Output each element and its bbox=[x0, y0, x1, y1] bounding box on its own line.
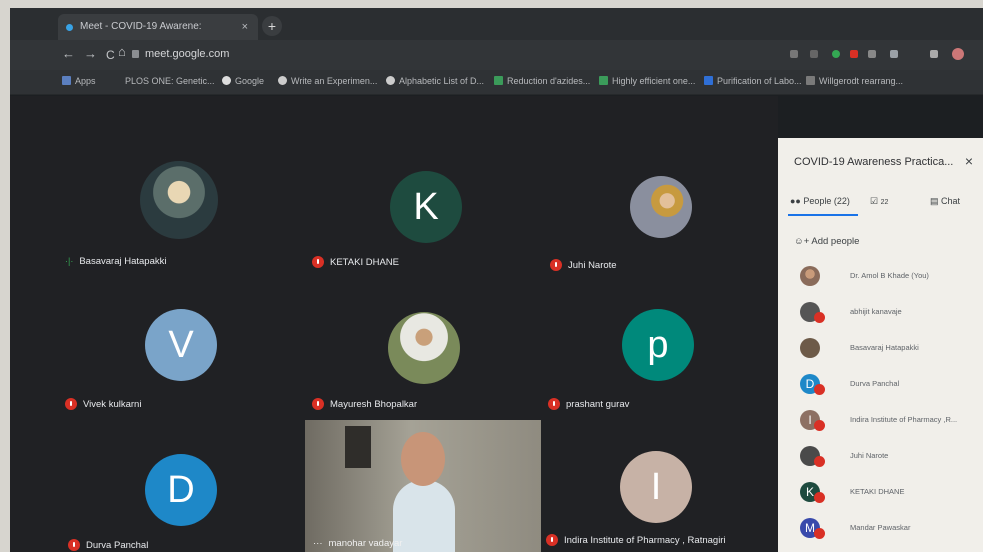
grid-row: ·|· Basavaraj Hatapakki K KETAKI DHANE Ju… bbox=[10, 96, 778, 271]
chat-icon: ▤ bbox=[930, 196, 939, 206]
participant-video: ··· manohar vadayar bbox=[305, 420, 541, 552]
mic-off-icon bbox=[312, 398, 324, 410]
url-field[interactable]: meet.google.com bbox=[145, 48, 229, 60]
screen: Meet - COVID-19 Awarene: × + ← → C ⌂ mee… bbox=[10, 8, 983, 552]
participant-photo bbox=[140, 161, 218, 239]
people-panel: COVID-19 Awareness Practica... × ●● Peop… bbox=[778, 138, 983, 552]
participant-name: Durva Panchal bbox=[68, 539, 148, 551]
participant-avatar bbox=[800, 338, 820, 358]
active-tab-indicator bbox=[788, 214, 858, 216]
new-tab-button[interactable]: + bbox=[262, 16, 282, 36]
globe-icon bbox=[386, 76, 395, 85]
bookmark-item[interactable]: Alphabetic List of D... bbox=[386, 76, 484, 86]
mic-off-icon bbox=[814, 456, 825, 467]
profile-avatar[interactable] bbox=[952, 48, 964, 60]
bookmark-item[interactable]: Purification of Labo... bbox=[704, 76, 802, 86]
bookmark-item[interactable]: Write an Experimen... bbox=[278, 76, 377, 86]
close-icon[interactable]: × bbox=[965, 153, 973, 169]
browser-tab-bar: Meet - COVID-19 Awarene: × + bbox=[10, 8, 983, 40]
mic-off-icon bbox=[68, 539, 80, 551]
extension-icon[interactable] bbox=[890, 50, 898, 58]
participant-row[interactable]: M Mandar Pawaskar bbox=[778, 514, 983, 544]
participant-name: Mayuresh Bhopalkar bbox=[312, 398, 417, 410]
page-icon bbox=[494, 76, 503, 85]
meet-favicon-icon bbox=[66, 24, 73, 31]
participant-photo bbox=[630, 176, 692, 238]
page-icon bbox=[599, 76, 608, 85]
participant-name: ··· manohar vadayar bbox=[313, 538, 403, 549]
participant-avatar: p bbox=[622, 309, 694, 381]
participant-row[interactable]: abhijit kanavaje bbox=[778, 298, 983, 328]
participant-avatar: V bbox=[145, 309, 217, 381]
extension-icon[interactable] bbox=[850, 50, 858, 58]
participant-row[interactable]: I Indira Institute of Pharmacy ,R... bbox=[778, 406, 983, 436]
people-icon: ●● bbox=[790, 196, 801, 206]
participant-row[interactable]: Dr. Amol B Khade (You) bbox=[778, 262, 983, 292]
bookmark-item[interactable]: Willgerodt rearrang... bbox=[806, 76, 903, 86]
forward-icon[interactable]: → bbox=[84, 46, 97, 61]
more-options-icon[interactable]: ··· bbox=[313, 538, 323, 549]
checkbox-icon: ☑ bbox=[870, 196, 879, 206]
participant-name: KETAKI DHANE bbox=[312, 256, 399, 268]
participant-avatar: D bbox=[145, 454, 217, 526]
speaking-indicator-icon: ·|· bbox=[65, 256, 74, 266]
person-face bbox=[401, 432, 445, 486]
participant-name: Vivek kulkarni bbox=[65, 398, 141, 410]
tab-tasks[interactable]: ☑ 22 bbox=[870, 196, 888, 207]
mic-off-icon bbox=[312, 256, 324, 268]
bookmark-item[interactable]: PLOS ONE: Genetic... bbox=[125, 76, 215, 86]
tab-people[interactable]: ●● People (22) bbox=[790, 196, 850, 206]
extension-icon[interactable] bbox=[790, 50, 798, 58]
browser-tab[interactable]: Meet - COVID-19 Awarene: × bbox=[58, 14, 258, 40]
mic-off-icon bbox=[814, 420, 825, 431]
extension-icon[interactable] bbox=[810, 50, 818, 58]
mic-off-icon bbox=[546, 534, 558, 546]
mic-off-icon bbox=[814, 312, 825, 323]
extension-icon[interactable] bbox=[930, 50, 938, 58]
participant-name: Juhi Narote bbox=[550, 259, 617, 271]
bookmarks-bar: Apps PLOS ONE: Genetic... Google Write a… bbox=[10, 70, 983, 95]
participant-photo bbox=[388, 312, 460, 384]
mic-off-icon bbox=[548, 398, 560, 410]
lock-icon bbox=[132, 50, 139, 58]
mic-off-icon bbox=[550, 259, 562, 271]
wall-frame bbox=[345, 426, 371, 468]
participant-row[interactable]: Juhi Narote bbox=[778, 442, 983, 472]
extension-icon[interactable] bbox=[868, 50, 876, 58]
meeting-title: COVID-19 Awareness Practica... bbox=[794, 156, 954, 168]
tab-close-icon[interactable]: × bbox=[242, 14, 248, 40]
bookmark-item[interactable]: Google bbox=[222, 76, 264, 86]
address-bar-row: ← → C ⌂ meet.google.com bbox=[10, 40, 983, 70]
back-icon[interactable]: ← bbox=[62, 46, 75, 61]
globe-icon bbox=[278, 76, 287, 85]
home-icon[interactable]: ⌂ bbox=[118, 44, 126, 59]
mic-off-icon bbox=[814, 492, 825, 503]
bookmark-item[interactable]: Reduction d'azides... bbox=[494, 76, 590, 86]
add-person-icon: ☺+ bbox=[794, 236, 810, 247]
participant-name: Indira Institute of Pharmacy , Ratnagiri bbox=[546, 534, 726, 546]
google-icon bbox=[222, 76, 231, 85]
mic-off-icon bbox=[65, 398, 77, 410]
participant-grid: ·|· Basavaraj Hatapakki K KETAKI DHANE Ju… bbox=[10, 96, 778, 552]
mic-off-icon bbox=[814, 528, 825, 539]
page-icon bbox=[806, 76, 815, 85]
participant-name: ·|· Basavaraj Hatapakki bbox=[65, 256, 167, 267]
page-icon bbox=[704, 76, 713, 85]
mic-off-icon bbox=[814, 384, 825, 395]
participant-avatar: I bbox=[620, 451, 692, 523]
participant-avatar bbox=[800, 266, 820, 286]
bookmark-item[interactable]: Highly efficient one... bbox=[599, 76, 695, 86]
tab-chat[interactable]: ▤ Chat bbox=[930, 196, 960, 207]
add-people-button[interactable]: ☺+ Add people bbox=[794, 236, 859, 247]
apps-icon bbox=[62, 76, 71, 85]
extension-icon[interactable] bbox=[832, 50, 840, 58]
reload-icon[interactable]: C bbox=[106, 48, 115, 62]
tab-title: Meet - COVID-19 Awarene: bbox=[80, 21, 202, 32]
participant-row[interactable]: D Durva Panchal bbox=[778, 370, 983, 400]
participant-name: prashant gurav bbox=[548, 398, 629, 410]
participant-row[interactable]: K KETAKI DHANE bbox=[778, 478, 983, 508]
participant-row[interactable]: Basavaraj Hatapakki bbox=[778, 334, 983, 364]
bookmark-item[interactable]: Apps bbox=[62, 76, 96, 86]
participant-avatar: K bbox=[390, 171, 462, 243]
